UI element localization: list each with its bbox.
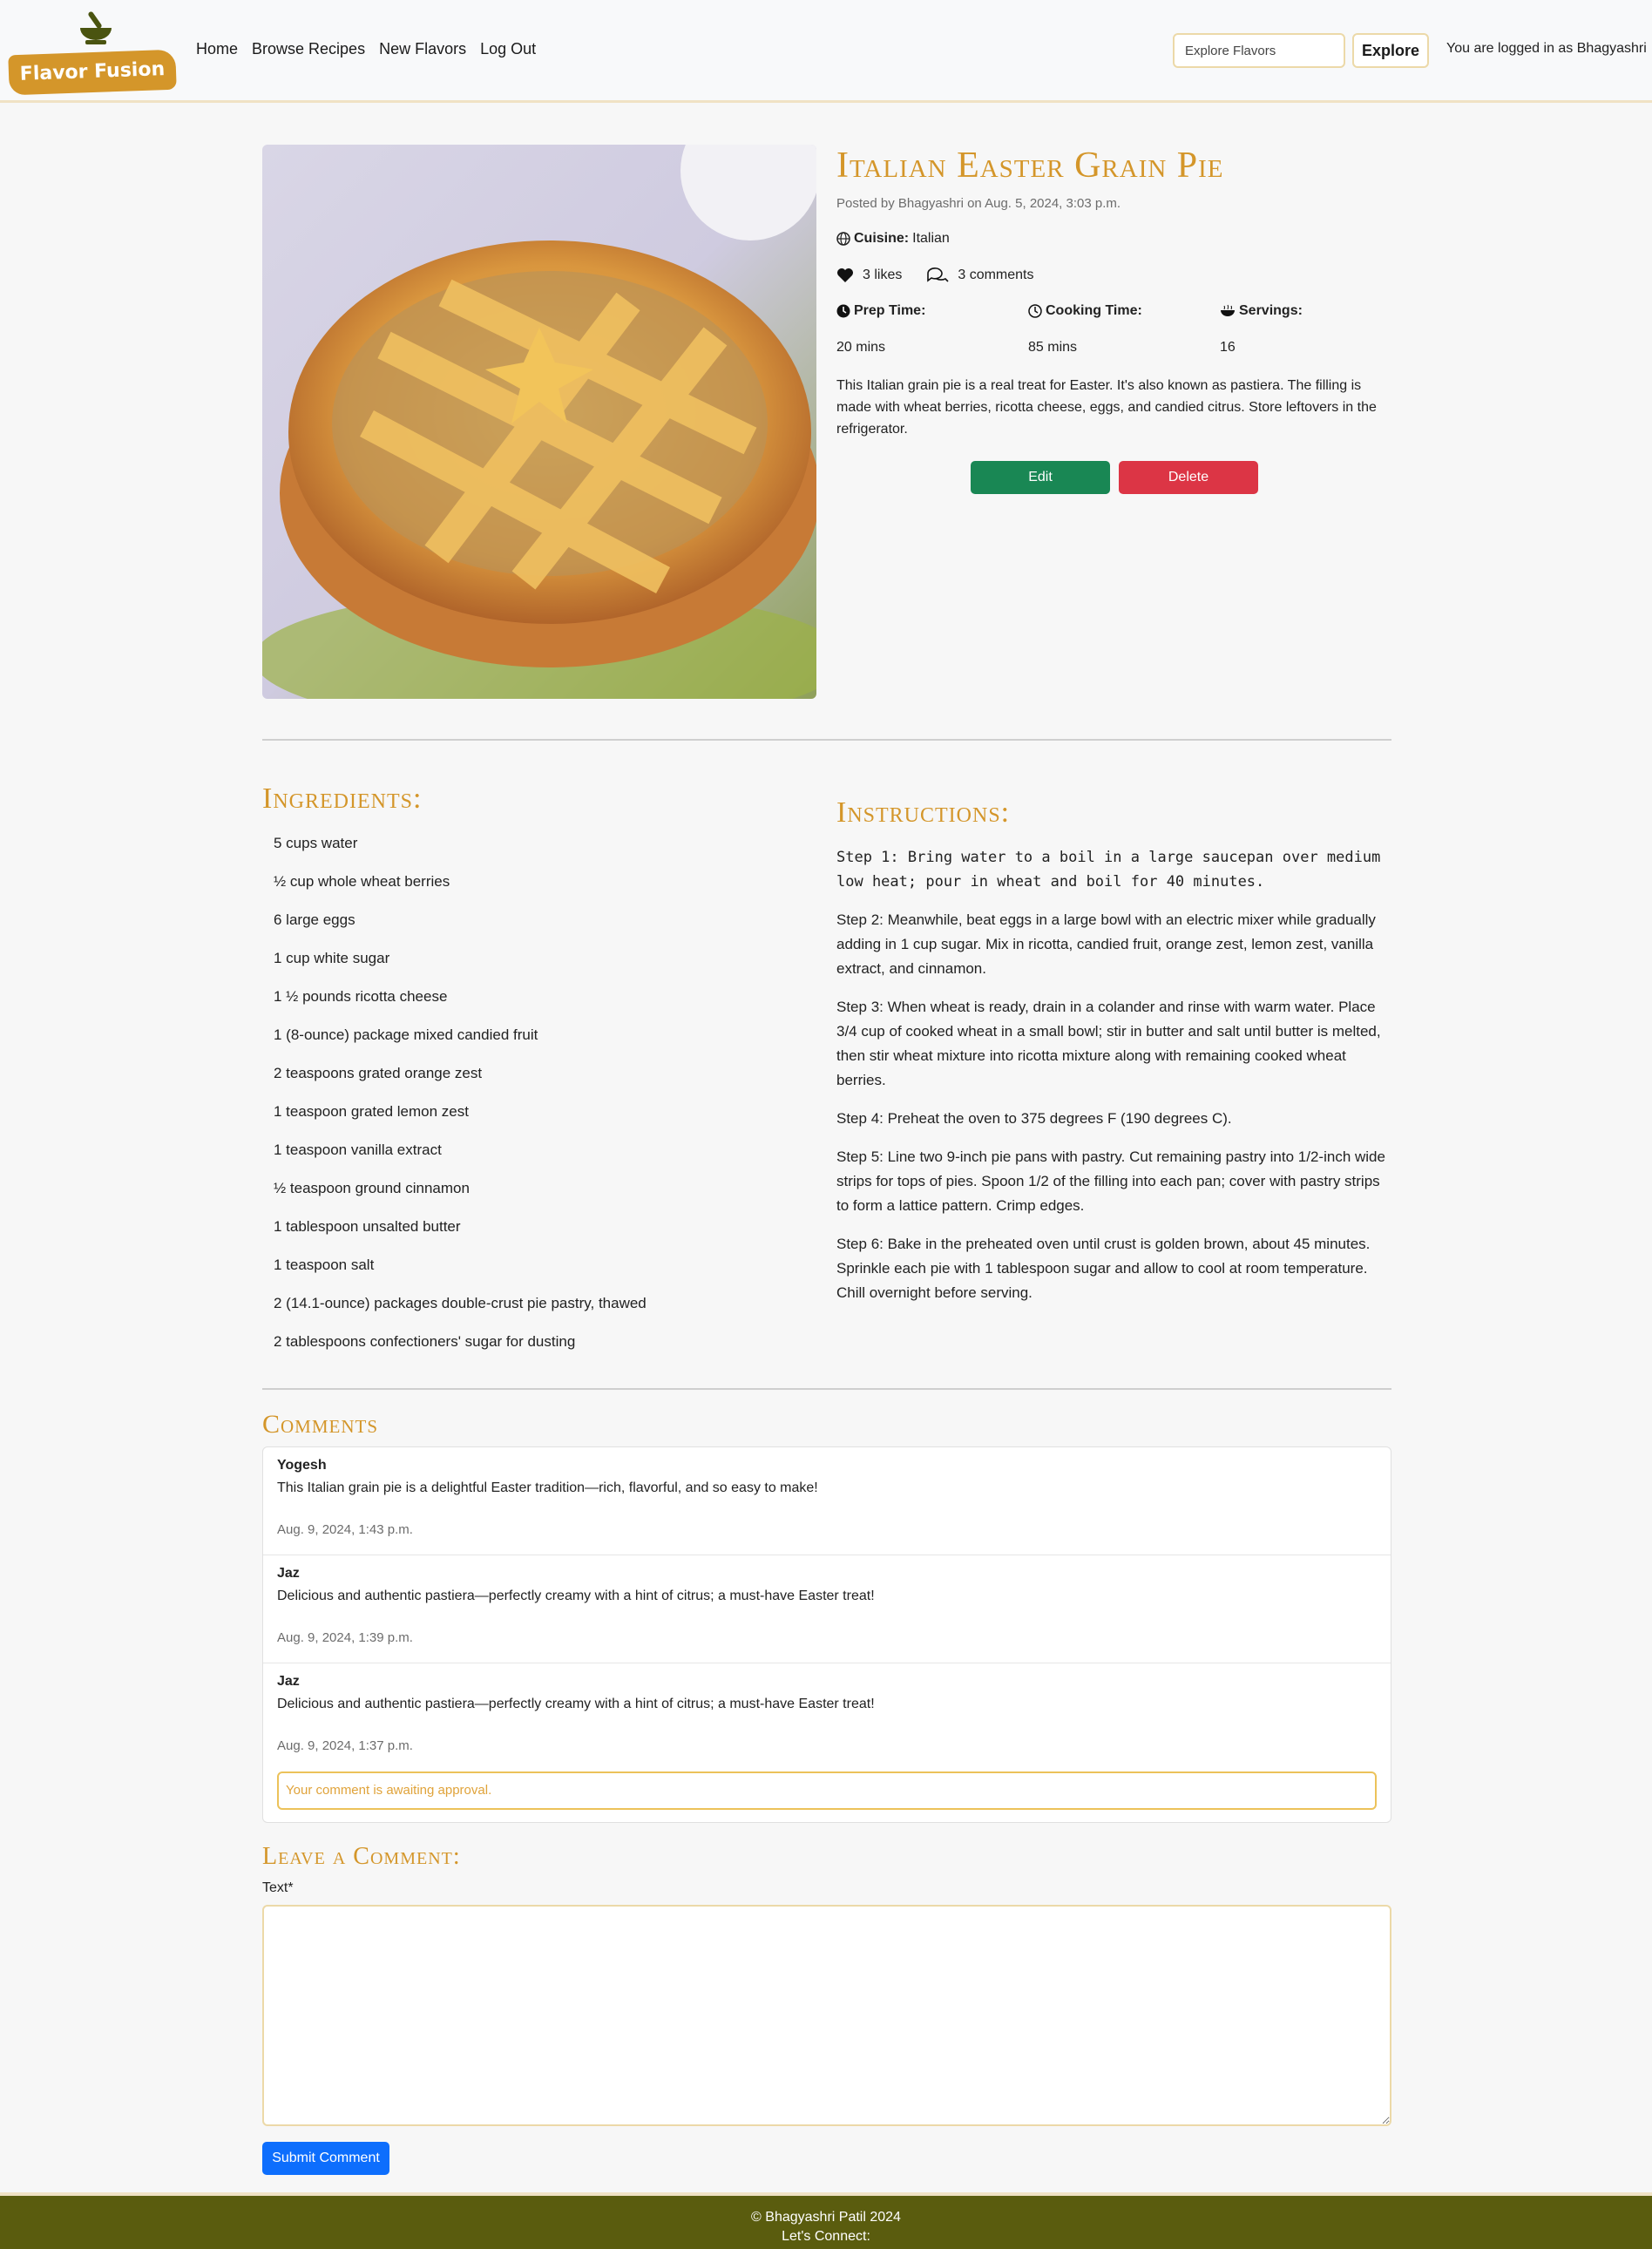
recipe-description: This Italian grain pie is a real treat f… <box>836 378 1377 437</box>
text-field-label: Text* <box>262 1880 294 1895</box>
comment-author: Yogesh <box>277 1458 327 1473</box>
comment-text: Delicious and authentic pastiera—perfect… <box>277 1589 875 1603</box>
instruction-step: Step 4: Preheat the oven to 375 degrees … <box>836 1110 1232 1127</box>
delete-button[interactable]: Delete <box>1119 461 1258 494</box>
servings: Servings: 16 <box>1220 303 1412 356</box>
bowl-icon <box>1221 304 1235 316</box>
ingredient-item: ½ cup whole wheat berries <box>274 873 450 890</box>
comments-list: Yogesh This Italian grain pie is a delig… <box>262 1446 1391 1823</box>
comment-text: This Italian grain pie is a delightful E… <box>277 1480 818 1495</box>
ingredient-item: 1 teaspoon salt <box>274 1257 375 1273</box>
likes-count: 3 likes <box>863 268 903 282</box>
instruction-step: Step 2: Meanwhile, beat eggs in a large … <box>836 911 1376 977</box>
cooking-time-value: 85 mins <box>1028 340 1078 355</box>
divider <box>262 1388 1391 1390</box>
likes[interactable]: 3 likes <box>836 268 902 283</box>
comment-item: Yogesh This Italian grain pie is a delig… <box>263 1447 1391 1555</box>
submit-comment-button[interactable]: Submit Comment <box>262 2142 389 2175</box>
cooking-time: Cooking Time: 85 mins <box>1028 303 1220 356</box>
chat-icon <box>927 268 949 282</box>
footer-copyright: © Bhagyashri Patil 2024 <box>751 2210 901 2225</box>
logo-text: Flavor Fusion <box>8 49 177 96</box>
nav-browse-recipes[interactable]: Browse Recipes <box>252 40 365 58</box>
login-status: You are logged in as Bhagyashri <box>1446 41 1647 56</box>
comment-text: Delicious and authentic pastiera—perfect… <box>277 1697 875 1711</box>
servings-label: Servings: <box>1239 303 1303 318</box>
heart-icon[interactable] <box>836 268 854 283</box>
comments-count: 3 comments <box>926 267 1034 284</box>
ingredient-item: 1 teaspoon grated lemon zest <box>274 1103 469 1120</box>
edit-button[interactable]: Edit <box>971 461 1110 494</box>
prep-time-value: 20 mins <box>836 340 886 355</box>
comment-item: Jaz Delicious and authentic pastiera—per… <box>263 1555 1391 1663</box>
leave-comment-heading: Leave a Comment: <box>262 1843 461 1870</box>
awaiting-approval-notice: Your comment is awaiting approval. <box>277 1771 1377 1810</box>
clock-filled-icon <box>836 304 850 318</box>
prep-time: Prep Time: 20 mins <box>836 303 1028 356</box>
posted-by: Posted by Bhagyashri on Aug. 5, 2024, 3:… <box>836 196 1121 211</box>
comment-author: Jaz <box>277 1674 300 1689</box>
footer: © Bhagyashri Patil 2024 Let's Connect: <box>0 2192 1652 2249</box>
ingredient-item: 1 ½ pounds ricotta cheese <box>274 988 448 1005</box>
comment-date: Aug. 9, 2024, 1:37 p.m. <box>277 1738 413 1753</box>
comment-textarea[interactable] <box>262 1905 1391 2126</box>
comments-count-text: 3 comments <box>958 268 1034 282</box>
comments-heading: Comments <box>262 1410 379 1439</box>
ingredient-item: 1 cup white sugar <box>274 950 390 966</box>
nav-links: Home Browse Recipes New Flavors Log Out <box>196 40 536 58</box>
globe-icon <box>836 232 850 246</box>
cooking-time-label: Cooking Time: <box>1046 303 1142 318</box>
nav-log-out[interactable]: Log Out <box>480 40 536 58</box>
clock-icon <box>1028 304 1042 318</box>
divider <box>262 739 1391 741</box>
ingredient-item: 1 teaspoon vanilla extract <box>274 1141 442 1158</box>
nav-home[interactable]: Home <box>196 40 238 58</box>
instruction-step: Step 1: Bring water to a boil in a large… <box>836 849 1381 891</box>
ingredient-item: ½ teaspoon ground cinnamon <box>274 1180 470 1196</box>
nav-new-flavors[interactable]: New Flavors <box>379 40 466 58</box>
site-logo[interactable]: Flavor Fusion <box>8 7 177 96</box>
search-input[interactable] <box>1173 33 1345 68</box>
ingredients-heading: Ingredients: <box>262 782 423 815</box>
cuisine: Cuisine: Italian <box>836 231 950 247</box>
mortar-pestle-icon <box>80 11 112 44</box>
instructions-heading: Instructions: <box>836 796 1011 829</box>
recipe-title: Italian Easter Grain Pie <box>836 146 1224 186</box>
instruction-step: Step 6: Bake in the preheated oven until… <box>836 1236 1371 1301</box>
ingredient-item: 1 (8-ounce) package mixed candied fruit <box>274 1026 538 1043</box>
servings-value: 16 <box>1220 340 1236 355</box>
instruction-step: Step 3: When wheat is ready, drain in a … <box>836 999 1381 1088</box>
comment-date: Aug. 9, 2024, 1:39 p.m. <box>277 1630 413 1645</box>
cuisine-label: Cuisine: <box>854 231 910 246</box>
ingredients-list: 5 cups water ½ cup whole wheat berries 6… <box>274 835 796 1372</box>
ingredient-item: 6 large eggs <box>274 911 355 928</box>
recipe-times: Prep Time: 20 mins Cooking Time: 85 mins… <box>836 303 1412 356</box>
ingredient-item: 2 teaspoons grated orange zest <box>274 1065 483 1081</box>
instructions-list: Step 1: Bring water to a boil in a large… <box>836 845 1394 1319</box>
ingredient-item: 5 cups water <box>274 835 358 851</box>
prep-time-label: Prep Time: <box>854 303 926 318</box>
cuisine-value: Italian <box>912 231 950 246</box>
comment-item: Jaz Delicious and authentic pastiera—per… <box>263 1663 1391 1820</box>
recipe-stats: 3 likes 3 comments <box>836 267 1059 284</box>
ingredient-item: 2 (14.1-ounce) packages double-crust pie… <box>274 1295 647 1311</box>
ingredient-item: 2 tablespoons confectioners' sugar for d… <box>274 1333 576 1350</box>
footer-connect: Let's Connect: <box>782 2229 870 2244</box>
instruction-step: Step 5: Line two 9-inch pie pans with pa… <box>836 1148 1385 1214</box>
explore-button[interactable]: Explore <box>1352 33 1429 68</box>
comment-author: Jaz <box>277 1566 300 1581</box>
comment-date: Aug. 9, 2024, 1:43 p.m. <box>277 1522 413 1537</box>
navbar: Flavor Fusion Home Browse Recipes New Fl… <box>0 0 1652 103</box>
recipe-image <box>262 145 816 699</box>
ingredient-item: 1 tablespoon unsalted butter <box>274 1218 461 1235</box>
